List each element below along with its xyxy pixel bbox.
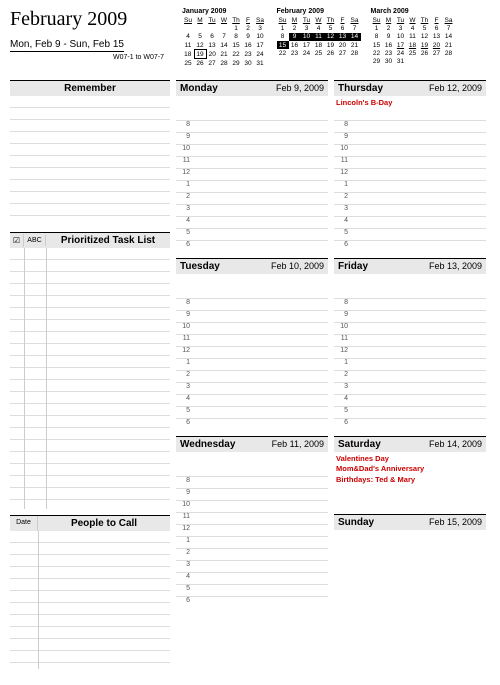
people-title: People to Call xyxy=(38,516,170,531)
remember-header: Remember xyxy=(10,80,170,96)
day-name: Monday xyxy=(180,83,218,94)
day-events: Valentines DayMom&Dad's AnniversaryBirth… xyxy=(334,452,486,508)
day-tue: Tuesday Feb 10, 2009 89101112123456 xyxy=(176,258,328,430)
page-title: February 2009 xyxy=(10,8,182,31)
hour-grid[interactable]: 89101112123456 xyxy=(334,298,486,430)
day-sun: Sunday Feb 15, 2009 xyxy=(334,514,486,590)
day-name: Friday xyxy=(338,261,368,272)
day-events xyxy=(176,274,328,298)
day-name: Wednesday xyxy=(180,439,235,450)
day-name: Saturday xyxy=(338,439,381,450)
day-events xyxy=(334,530,486,590)
day-events xyxy=(176,452,328,476)
week-range: Mon, Feb 9 - Sun, Feb 15 xyxy=(10,39,124,52)
hour-grid[interactable]: 89101112123456 xyxy=(334,120,486,252)
day-date: Feb 9, 2009 xyxy=(276,83,324,93)
priority-label: ABC xyxy=(24,235,46,246)
day-events xyxy=(176,96,328,120)
people-area[interactable] xyxy=(10,531,170,669)
day-events xyxy=(334,274,486,298)
day-fri: Friday Feb 13, 2009 89101112123456 xyxy=(334,258,486,430)
day-date: Feb 15, 2009 xyxy=(429,517,482,527)
task-area[interactable] xyxy=(10,248,170,509)
mini-calendars: January 2009SuMTuWThFSa12345678910111213… xyxy=(182,8,455,68)
day-name: Sunday xyxy=(338,517,374,528)
day-name: Tuesday xyxy=(180,261,220,272)
hour-grid[interactable]: 89101112123456 xyxy=(176,476,328,608)
hour-grid[interactable]: 89101112123456 xyxy=(176,120,328,252)
day-wed: Wednesday Feb 11, 2009 89101112123456 xyxy=(176,436,328,608)
people-header: Date People to Call xyxy=(10,515,170,531)
day-date: Feb 13, 2009 xyxy=(429,261,482,271)
day-mon: Monday Feb 9, 2009 89101112123456 xyxy=(176,80,328,252)
day-date: Feb 10, 2009 xyxy=(271,261,324,271)
day-sat: Saturday Feb 14, 2009 Valentines DayMom&Da… xyxy=(334,436,486,508)
checkbox-icon: ☑ xyxy=(10,234,24,247)
task-title: Prioritized Task List xyxy=(46,233,170,248)
day-date: Feb 12, 2009 xyxy=(429,83,482,93)
people-date-label: Date xyxy=(10,516,38,531)
task-header: ☑ ABC Prioritized Task List xyxy=(10,232,170,248)
day-events: Lincoln's B-Day xyxy=(334,96,486,120)
day-thu: Thursday Feb 12, 2009 Lincoln's B-Day89101… xyxy=(334,80,486,252)
hour-grid[interactable]: 89101112123456 xyxy=(176,298,328,430)
remember-area[interactable] xyxy=(10,96,170,226)
day-name: Thursday xyxy=(338,83,383,94)
day-date: Feb 14, 2009 xyxy=(429,439,482,449)
week-codes: W07-1 to W07-7 xyxy=(10,54,182,61)
day-date: Feb 11, 2009 xyxy=(272,439,324,449)
